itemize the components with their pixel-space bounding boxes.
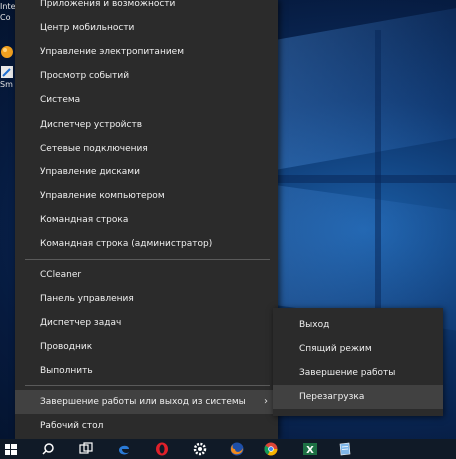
menu-separator xyxy=(25,259,270,260)
notepad-icon[interactable] xyxy=(337,441,353,457)
wallpaper-pane-divider xyxy=(375,30,381,310)
wallpaper-light-ray xyxy=(275,4,456,170)
menu-item-ccleaner[interactable]: CCleaner xyxy=(15,263,278,287)
firefox-icon[interactable] xyxy=(229,441,245,457)
settings-gear-icon[interactable] xyxy=(192,441,208,457)
menu-item-mobility-center[interactable]: Центр мобильности xyxy=(15,16,278,40)
desktop-icon-label: Sm xyxy=(0,80,13,89)
orange-app-icon[interactable] xyxy=(0,44,14,63)
menu-item-command-prompt-admin[interactable]: Командная строка (администратор) xyxy=(15,232,278,256)
menu-item-desktop[interactable]: Рабочий стол xyxy=(15,414,278,438)
winx-power-user-menu: Приложения и возможности Центр мобильнос… xyxy=(15,0,278,439)
menu-item-task-manager[interactable]: Диспетчер задач xyxy=(15,311,278,335)
menu-item-run[interactable]: Выполнить xyxy=(15,359,278,383)
menu-item-network-connections[interactable]: Сетевые подключения xyxy=(15,137,278,161)
opera-icon[interactable] xyxy=(154,441,170,457)
desktop-icon-label: Inte xyxy=(0,2,16,11)
menu-item-command-prompt[interactable]: Командная строка xyxy=(15,208,278,232)
menu-item-shutdown-signout[interactable]: Завершение работы или выход из системы › xyxy=(15,390,278,414)
edge-icon[interactable] xyxy=(116,441,132,457)
submenu-item-sign-out[interactable]: Выход xyxy=(273,313,443,337)
menu-item-apps-features[interactable]: Приложения и возможности xyxy=(15,0,278,16)
wallpaper-pane-divider xyxy=(275,175,456,183)
chevron-right-icon: › xyxy=(264,396,268,407)
task-view-icon[interactable] xyxy=(78,441,94,457)
excel-letter: X xyxy=(306,445,314,456)
submenu-item-shut-down[interactable]: Завершение работы xyxy=(273,361,443,385)
submenu-item-restart[interactable]: Перезагрузка xyxy=(273,385,443,409)
shutdown-submenu: Выход Спящий режим Завершение работы Пер… xyxy=(273,308,443,416)
menu-item-computer-management[interactable]: Управление компьютером xyxy=(15,184,278,208)
menu-item-event-viewer[interactable]: Просмотр событий xyxy=(15,64,278,88)
menu-item-control-panel[interactable]: Панель управления xyxy=(15,287,278,311)
taskbar: X xyxy=(0,439,456,459)
menu-item-shutdown-signout-label: Завершение работы или выход из системы xyxy=(40,397,246,407)
desktop-wallpaper: Inte Co Sm Приложения и возможности Цент… xyxy=(0,0,456,459)
excel-icon[interactable]: X xyxy=(302,441,318,457)
chrome-icon[interactable] xyxy=(263,441,279,457)
menu-separator xyxy=(25,385,270,386)
menu-item-device-manager[interactable]: Диспетчер устройств xyxy=(15,113,278,137)
windows-start-icon[interactable] xyxy=(3,441,19,457)
menu-item-system[interactable]: Система xyxy=(15,88,278,112)
menu-item-power-options[interactable]: Управление электропитанием xyxy=(15,40,278,64)
desktop-icon-label: Co xyxy=(0,13,11,22)
submenu-item-sleep[interactable]: Спящий режим xyxy=(273,337,443,361)
menu-item-file-explorer[interactable]: Проводник xyxy=(15,335,278,359)
search-icon[interactable] xyxy=(40,441,56,457)
menu-item-disk-management[interactable]: Управление дисками xyxy=(15,160,278,184)
